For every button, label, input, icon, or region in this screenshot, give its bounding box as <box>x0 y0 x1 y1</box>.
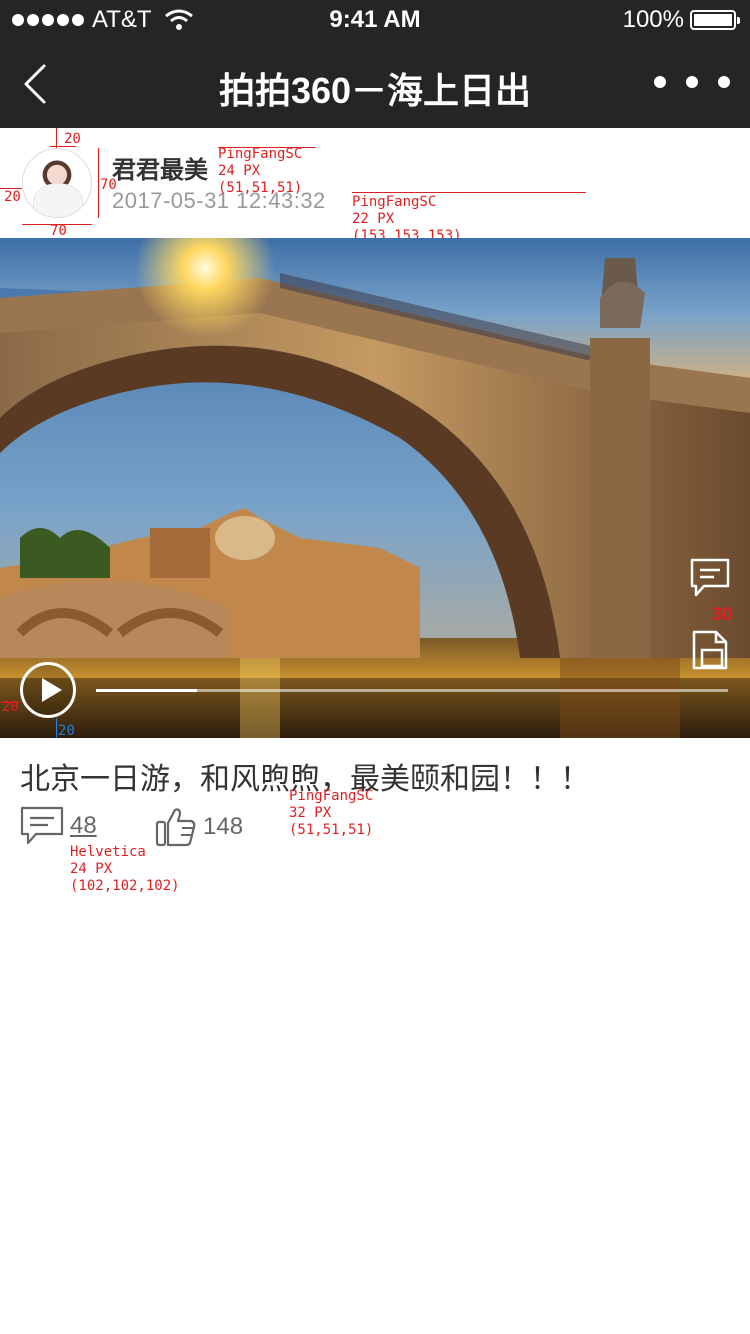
nav-bar: 拍拍360－海上日出 <box>0 40 750 128</box>
annotation-spec-count: Helvetica 24 PX (102,102,102) <box>70 844 180 895</box>
like-button[interactable]: 148 <box>155 806 243 848</box>
video-thumbnail <box>0 238 750 738</box>
page-title: 拍拍360－海上日出 <box>218 70 532 111</box>
annotation-text: (102,102,102) <box>70 878 180 894</box>
video-player[interactable]: 30 20 20 <box>0 238 750 738</box>
annotation-text: (51,51,51) <box>289 822 374 838</box>
annotation-text: 24 PX <box>218 163 261 179</box>
battery-group: 100% <box>622 6 740 34</box>
annotation-line <box>56 718 57 738</box>
annotation-text: 22 PX <box>352 211 395 227</box>
comment-count-button[interactable]: 48 <box>20 806 97 846</box>
more-dots-icon[interactable] <box>650 70 734 94</box>
battery-icon <box>690 10 740 30</box>
annotation-text: (51,51,51) <box>218 180 303 196</box>
annotation-text: 32 PX <box>289 805 332 821</box>
author-header: 君君最美 2017-05-31 12:43:32 20 20 70 70 Pin… <box>0 128 750 244</box>
share-icon[interactable] <box>688 628 732 672</box>
comment-icon[interactable] <box>688 556 732 600</box>
annotation-text: PingFangSC <box>218 146 303 162</box>
annotation-spec-name: PingFangSC 24 PX (51,51,51) <box>218 146 302 197</box>
annotation-label: 70 <box>100 177 117 193</box>
annotation-label: 20 <box>4 189 21 205</box>
annotation-text: 24 PX <box>70 861 113 877</box>
chevron-left-icon[interactable] <box>16 62 60 106</box>
annotation-label: 20 <box>64 131 81 147</box>
battery-percent: 100% <box>622 6 684 33</box>
annotation-line <box>0 702 20 703</box>
play-icon[interactable] <box>20 662 76 718</box>
annotation-line <box>56 128 57 148</box>
annotation-text: Helvetica <box>70 844 146 860</box>
annotation-label: 30 <box>711 604 732 624</box>
thumbs-up-icon <box>155 808 196 847</box>
comment-icon <box>20 806 64 845</box>
like-count: 148 <box>203 813 244 840</box>
annotation-spec-title: PingFangSC 32 PX (51,51,51) <box>289 788 373 839</box>
annotation-line <box>352 192 586 193</box>
annotation-text: PingFangSC <box>352 194 437 210</box>
annotation-line <box>98 148 99 218</box>
avatar[interactable] <box>22 148 92 218</box>
progress-played <box>96 689 198 692</box>
status-bar: AT&T 9:41 AM 100% <box>0 0 750 40</box>
progress-bar[interactable] <box>96 689 728 692</box>
annotation-text: PingFangSC <box>289 788 374 804</box>
annotation-label: 20 <box>58 723 75 738</box>
author-name[interactable]: 君君最美 <box>112 150 208 185</box>
comment-count: 48 <box>70 812 97 839</box>
